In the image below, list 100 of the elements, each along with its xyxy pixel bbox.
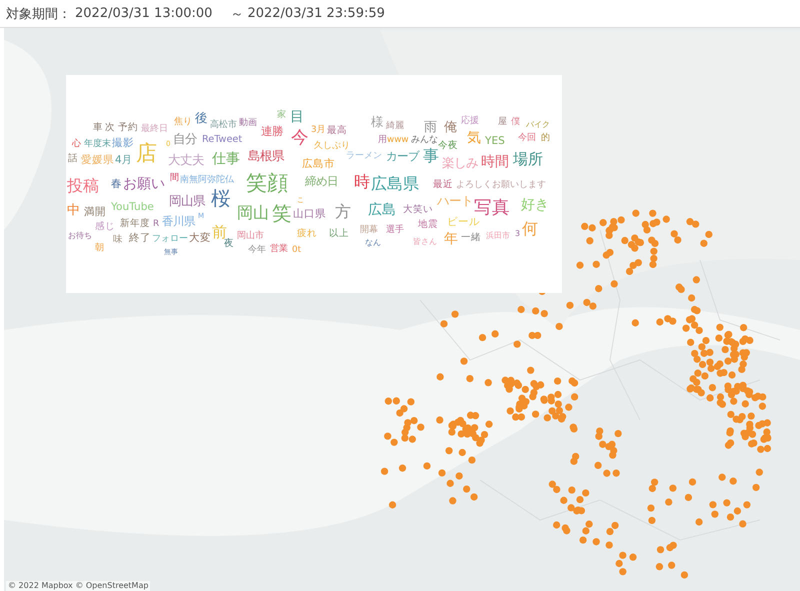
cloud-word: 選手 [386, 224, 404, 236]
cloud-word: 高松市 [210, 120, 237, 130]
cloud-word: 久しぶり [314, 140, 350, 152]
cloud-word: 開幕 [360, 224, 378, 236]
cloud-word: 年度末 [84, 138, 111, 150]
cloud-word: 終了 [129, 232, 151, 244]
map-attribution: © 2022 Mapbox © OpenStreetMap [6, 581, 150, 591]
cloud-word: 中 [67, 203, 80, 219]
cloud-word: 夜 [224, 238, 234, 250]
cloud-word: 大変 [189, 232, 211, 244]
cloud-word: 最終日 [141, 124, 168, 134]
cloud-word: 屋 [498, 116, 507, 128]
cloud-word: 営業 [270, 244, 288, 254]
cloud-word: ReTweet [202, 134, 242, 146]
cloud-word: 僕 [511, 116, 520, 128]
cloud-word: YES [485, 134, 505, 148]
cloud-word: 朝 [95, 242, 104, 254]
cloud-word: 撮影 [112, 136, 134, 150]
cloud-word: 味 [113, 234, 123, 246]
cloud-word: ラーメン [346, 150, 382, 162]
cloud-word: 家 [277, 110, 286, 120]
cloud-word: 笑顔 [246, 170, 288, 196]
cloud-word: みんな [411, 134, 438, 146]
cloud-word: 的 [541, 132, 550, 144]
cloud-word: 一緒 [461, 232, 481, 244]
cloud-word: 広島市 [302, 158, 335, 170]
cloud-word: 好き [521, 196, 549, 214]
cloud-word: 岡山市 [237, 230, 264, 242]
cloud-word: 焦り [174, 116, 192, 128]
cloud-word: R [153, 218, 160, 230]
cloud-word: 写真 [474, 198, 510, 218]
cloud-word: 時間 [481, 154, 509, 170]
cloud-word: 島根県 [248, 148, 284, 164]
cloud-word: 今年 [248, 244, 266, 256]
cloud-word: 感じ [95, 221, 115, 233]
cloud-word: 愛媛県 [81, 154, 114, 166]
cloud-word: 気 [467, 130, 481, 146]
cloud-word: 笑 [272, 202, 291, 226]
cloud-word: 様 [371, 114, 383, 130]
cloud-word: 大笑い [403, 204, 433, 216]
cloud-word: 綺麗 [386, 120, 404, 132]
cloud-word: 最高 [327, 125, 347, 137]
cloud-word: ビール [447, 216, 480, 228]
cloud-word: 大丈夫 [168, 152, 204, 168]
cloud-word: 締め日 [305, 175, 338, 189]
cloud-word: 心 [72, 138, 81, 150]
cloud-word: 自分 [173, 132, 197, 146]
cloud-word: 時 [354, 172, 370, 192]
cloud-word: 桜 [211, 187, 230, 211]
cloud-word: 3月 [311, 124, 326, 136]
cloud-word: 場所 [513, 151, 543, 169]
cloud-word: 今 [291, 128, 309, 150]
cloud-word: ハート [437, 194, 473, 208]
cloud-word: 以上 [329, 228, 349, 240]
cloud-word: 車 [93, 122, 103, 134]
cloud-word: 疲れ [297, 228, 317, 240]
cloud-word: 応援 [461, 116, 479, 126]
cloud-word: 今回 [518, 132, 536, 144]
cloud-word: 後 [195, 110, 207, 126]
cloud-word: 今夜 [438, 140, 458, 152]
cloud-word: 連勝 [261, 125, 283, 139]
cloud-word: 満開 [84, 206, 106, 218]
cloud-word: 岡山 [237, 203, 269, 222]
cloud-word: 事 [423, 146, 439, 166]
cloud-word: 山口県 [293, 208, 326, 220]
end-datetime: 2022/03/31 23:59:59 [247, 6, 385, 21]
cloud-word: 動画 [239, 118, 257, 128]
cloud-word: お願い [123, 176, 165, 192]
cloud-word: 雨 [424, 120, 437, 136]
cloud-word: 次 [105, 122, 115, 134]
cloud-word: 予約 [118, 122, 138, 134]
cloud-word: 店 [136, 140, 157, 166]
period-label: 対象期間： [6, 6, 71, 22]
cloud-word: 方 [335, 202, 351, 222]
cloud-word: www [387, 134, 409, 146]
tilde-separator: ～ [230, 6, 244, 22]
cloud-word: 楽しみ [442, 156, 478, 170]
cloud-word: よろしくお願いします [456, 180, 546, 190]
cloud-word: 4月 [115, 154, 133, 166]
cloud-word: 広島 [368, 202, 396, 218]
cloud-word: フォロー [152, 234, 188, 244]
cloud-word: 何 [522, 219, 538, 238]
cloud-word: 用 [378, 134, 387, 146]
cloud-word: 春 [111, 178, 122, 190]
cloud-word: 年 [444, 230, 458, 248]
cloud-word: 地震 [418, 219, 438, 231]
cloud-word: 間 [170, 172, 179, 184]
cloud-word: 0t [292, 244, 302, 256]
cloud-word: 広島県 [371, 174, 419, 194]
cloud-word: 目 [290, 108, 304, 126]
cloud-word: 岡山県 [169, 194, 205, 208]
start-datetime: 2022/03/31 13:00:00 [75, 6, 212, 21]
cloud-word: 俺 [444, 120, 457, 136]
cloud-word: 香川県 [162, 215, 195, 229]
cloud-word: 新年度 [120, 218, 150, 230]
cloud-word: YouTube [111, 200, 154, 214]
cloud-word: 仕事 [212, 150, 240, 168]
cloud-word: 最近 [433, 179, 453, 191]
cloud-word: 南無阿弥陀仏 [180, 174, 234, 186]
cloud-word: カーブ [386, 150, 419, 164]
